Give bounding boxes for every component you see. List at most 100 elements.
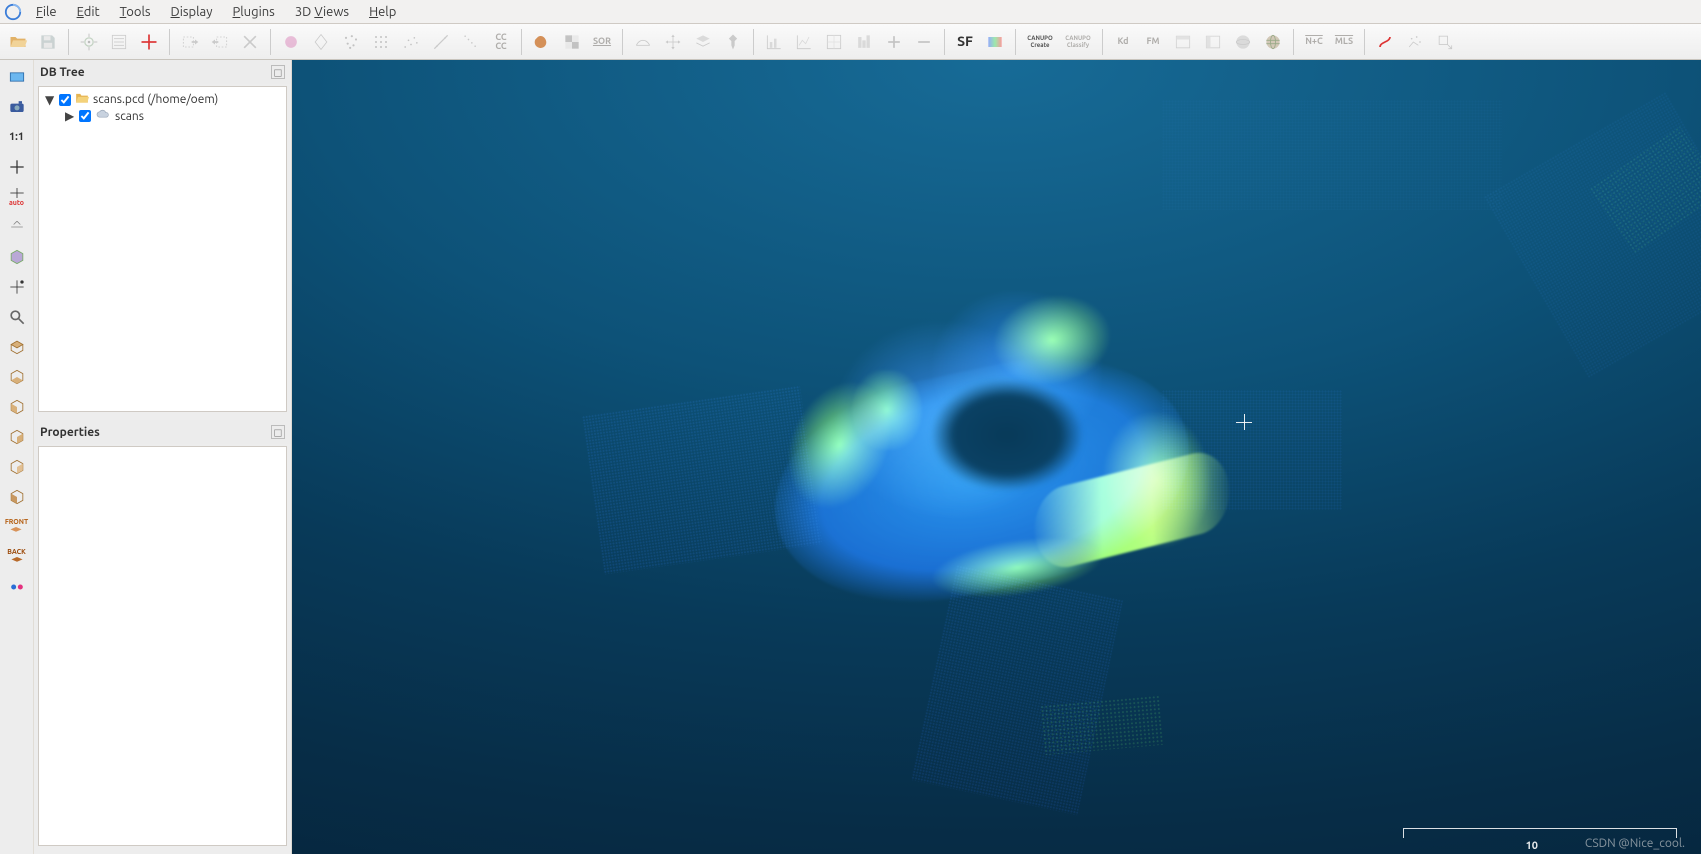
front-label-icon[interactable]: FRONT — [4, 514, 30, 540]
scan-tool-icon[interactable] — [1401, 28, 1429, 56]
mls-icon[interactable]: MLS — [1330, 28, 1358, 56]
menu-help[interactable]: Help — [359, 2, 406, 22]
cube-left-icon[interactable] — [4, 394, 30, 420]
s-curve-icon[interactable] — [1371, 28, 1399, 56]
menu-display[interactable]: Display — [161, 2, 223, 22]
sf-grad-icon[interactable] — [981, 28, 1009, 56]
export-tool-icon[interactable] — [1431, 28, 1459, 56]
tree-expand-icon[interactable]: ▼ — [45, 93, 55, 107]
cube-fill-icon[interactable] — [4, 244, 30, 270]
cube-back-icon[interactable] — [4, 484, 30, 510]
scale-value: 10 — [1526, 840, 1538, 852]
globe-gray-icon[interactable] — [1229, 28, 1257, 56]
toolbar-sep — [68, 29, 69, 55]
properties-undock-icon[interactable]: ◻ — [271, 425, 285, 439]
tree-row-file[interactable]: ▼ scans.pcd (/home/oem) — [41, 91, 284, 108]
cube-front-icon[interactable] — [4, 454, 30, 480]
open-icon[interactable] — [4, 28, 32, 56]
camera-icon[interactable] — [4, 94, 30, 120]
target-cross-icon[interactable] — [135, 28, 163, 56]
align-in-icon[interactable] — [176, 28, 204, 56]
cube-bottom-icon[interactable] — [4, 364, 30, 390]
db-tree-title-label: DB Tree — [40, 66, 85, 79]
main-toolbar: CC CC SOR SF CANUPO Create CANUPO Classi… — [0, 24, 1701, 60]
scatter-icon[interactable] — [397, 28, 425, 56]
align-out-icon[interactable] — [206, 28, 234, 56]
properties-title-label: Properties — [40, 426, 100, 439]
chart-axes-icon[interactable] — [790, 28, 818, 56]
grid-dots-icon[interactable] — [367, 28, 395, 56]
globe-stripes-icon[interactable] — [1259, 28, 1287, 56]
back-label-icon[interactable]: BACK — [4, 544, 30, 570]
tree-collapse-icon[interactable]: ▶ — [65, 109, 75, 123]
panel1-icon[interactable] — [1169, 28, 1197, 56]
toolbar-sep — [169, 29, 170, 55]
delete-icon[interactable] — [236, 28, 264, 56]
db-tree-undock-icon[interactable]: ◻ — [271, 65, 285, 79]
menu-file[interactable]: File — [26, 2, 67, 22]
db-tree[interactable]: ▼ scans.pcd (/home/oem) ▶ scans — [38, 86, 287, 412]
plus-icon[interactable] — [880, 28, 908, 56]
minus-icon[interactable] — [910, 28, 938, 56]
sor-icon[interactable]: SOR — [588, 28, 616, 56]
flickr-icon[interactable] — [4, 574, 30, 600]
zoom-icon[interactable] — [4, 304, 30, 330]
menu-tools[interactable]: Tools — [110, 2, 161, 22]
toolbar-sep — [1293, 29, 1294, 55]
ortho-arrows-icon[interactable] — [4, 214, 30, 240]
plus-move-icon[interactable] — [4, 274, 30, 300]
point-pick-icon[interactable] — [75, 28, 103, 56]
primitive-icon[interactable] — [528, 28, 556, 56]
watermark: CSDN @Nice_cool. — [1585, 837, 1685, 850]
chart-stack-icon[interactable] — [850, 28, 878, 56]
layers-icon[interactable] — [689, 28, 717, 56]
kd-icon[interactable]: Kd — [1109, 28, 1137, 56]
view-toolbar: 1:1 auto FRONT BACK — [0, 60, 34, 854]
properties-panel[interactable] — [38, 446, 287, 846]
tree-row-cloud[interactable]: ▶ scans — [41, 108, 284, 124]
panel2-icon[interactable] — [1199, 28, 1227, 56]
toolbar-sep — [521, 29, 522, 55]
tree-checkbox[interactable] — [59, 94, 71, 106]
dots-icon[interactable] — [337, 28, 365, 56]
move-icon[interactable] — [659, 28, 687, 56]
tree-checkbox[interactable] — [79, 110, 91, 122]
diag-up-icon[interactable] — [427, 28, 455, 56]
list-icon[interactable] — [105, 28, 133, 56]
checker-icon[interactable] — [558, 28, 586, 56]
db-tree-title: DB Tree ◻ — [34, 60, 291, 84]
canupo-classify-icon[interactable]: CANUPO Classify — [1060, 28, 1096, 56]
nplusc-icon[interactable]: N+C — [1300, 28, 1328, 56]
point-cloud-render — [292, 60, 1701, 854]
cube-top-icon[interactable] — [4, 334, 30, 360]
menu-3dviews[interactable]: 3D Views — [285, 2, 359, 22]
toolbar-sep — [270, 29, 271, 55]
rect-view-icon[interactable] — [4, 64, 30, 90]
body: 1:1 auto FRONT BACK DB Tree ◻ ▼ — [0, 60, 1701, 854]
pin-icon[interactable] — [719, 28, 747, 56]
diag-down-icon[interactable] — [457, 28, 485, 56]
chart-grid-icon[interactable] — [820, 28, 848, 56]
chart-l-icon[interactable] — [760, 28, 788, 56]
measure-icon[interactable] — [629, 28, 657, 56]
viewport-3d[interactable]: 10 CSDN @Nice_cool. — [292, 60, 1701, 854]
folder-icon — [75, 92, 89, 107]
tree-item-label: scans.pcd (/home/oem) — [93, 93, 218, 106]
sphere-icon[interactable] — [277, 28, 305, 56]
cube-right-icon[interactable] — [4, 424, 30, 450]
plus-cursor-icon[interactable] — [4, 154, 30, 180]
fm-icon[interactable]: FM — [1139, 28, 1167, 56]
menu-plugins[interactable]: Plugins — [223, 2, 285, 22]
cc-align-icon[interactable]: CC CC — [487, 28, 515, 56]
canupo-create-icon[interactable]: CANUPO Create — [1022, 28, 1058, 56]
menubar: File Edit Tools Display Plugins 3D Views… — [0, 0, 1701, 24]
menu-edit[interactable]: Edit — [67, 2, 110, 22]
one-to-one-icon[interactable]: 1:1 — [4, 124, 30, 150]
sf-text-icon[interactable]: SF — [951, 28, 979, 56]
diamond-icon[interactable] — [307, 28, 335, 56]
save-icon[interactable] — [34, 28, 62, 56]
toolbar-sep — [622, 29, 623, 55]
toolbar-sep — [753, 29, 754, 55]
plus-auto-icon[interactable]: auto — [4, 184, 30, 210]
properties-title: Properties ◻ — [34, 420, 291, 444]
